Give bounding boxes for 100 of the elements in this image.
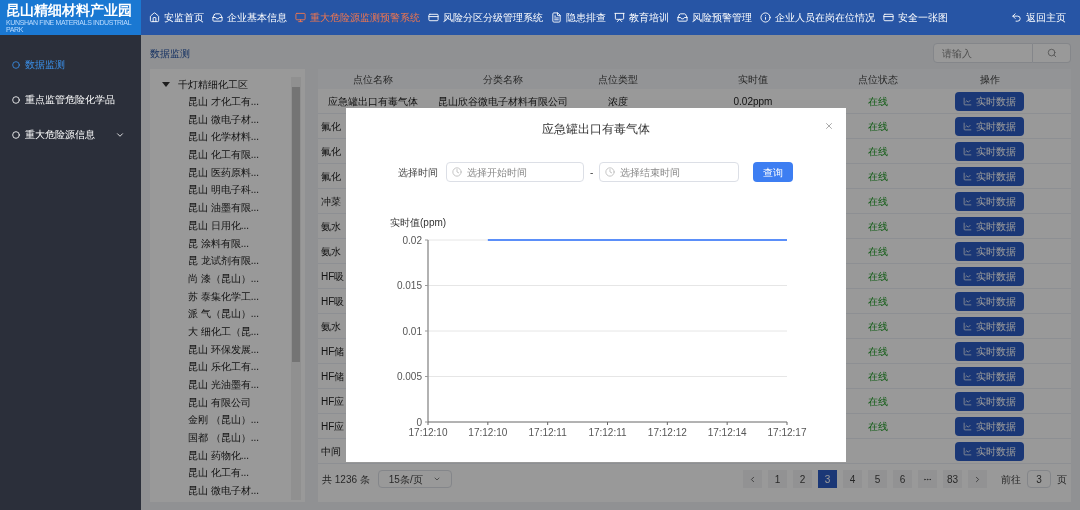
tree-item[interactable]: 昆 涂料有限... xyxy=(162,234,291,253)
start-time-field[interactable]: 选择开始时间 xyxy=(446,162,584,182)
realtime-data-button[interactable]: 实时数据 xyxy=(955,416,1024,436)
chart-icon xyxy=(963,396,972,406)
brand-title: 昆山精细材料产业园 xyxy=(6,2,133,17)
page-button[interactable]: 4 xyxy=(843,470,862,488)
realtime-data-button[interactable]: 实时数据 xyxy=(955,116,1024,136)
status-text: 在线 xyxy=(868,394,888,409)
tree-item[interactable]: 昆山 光油墨有... xyxy=(162,376,291,394)
tree-item[interactable]: 昆山 微电子材... xyxy=(162,482,291,500)
realtime-data-button[interactable]: 实时数据 xyxy=(955,141,1024,161)
column-header: 实时值 xyxy=(738,72,768,87)
status-text: 在线 xyxy=(868,294,888,309)
tree-item[interactable]: 昆山 化学材料... xyxy=(162,128,291,147)
nav-link[interactable]: 安全一张图 xyxy=(883,10,948,25)
nav-link[interactable]: 隐患排查 xyxy=(551,10,606,25)
tree-item[interactable]: 昆山 油墨有限... xyxy=(162,199,291,217)
tree-item[interactable]: 苏 泰集化学工... xyxy=(162,287,291,306)
tick-label: 0.01 xyxy=(402,325,422,337)
chart-icon xyxy=(963,171,972,181)
realtime-data-button[interactable]: 实时数据 xyxy=(955,166,1024,186)
sidebar-item[interactable]: 重点监管危险化学品 xyxy=(0,82,141,117)
realtime-data-button[interactable]: 实时数据 xyxy=(955,191,1024,211)
tree-item[interactable]: 昆山 化工有... xyxy=(162,464,291,483)
nav-link[interactable]: 风险分区分级管理系统 xyxy=(428,10,543,25)
more-pages-button[interactable] xyxy=(918,470,937,488)
tick-label: 0 xyxy=(416,416,422,428)
tree-item[interactable]: 昆山 微电子材... xyxy=(162,110,291,129)
monitor-icon xyxy=(295,12,306,23)
tree-item[interactable]: 昆山 乐化工有... xyxy=(162,358,291,376)
column-header: 点位状态 xyxy=(858,72,898,87)
tree-item[interactable]: 昆山 环保发展... xyxy=(162,340,291,359)
table-cell-text: 中间 xyxy=(321,444,341,459)
chart-icon xyxy=(963,371,972,381)
nav-link[interactable]: 风险预警管理 xyxy=(677,10,752,25)
tree-node[interactable]: 千灯精细化工区 xyxy=(162,75,291,93)
chart-icon xyxy=(963,246,972,256)
nav-link[interactable]: 企业人员在岗在位情况 xyxy=(760,10,875,25)
status-text: 在线 xyxy=(868,269,888,284)
tree-item[interactable]: 昆山 有限公司 xyxy=(162,393,291,412)
chart-icon xyxy=(963,446,972,456)
status-text: 在线 xyxy=(868,144,888,159)
tree-item[interactable]: 派 气（昆山）... xyxy=(162,305,291,323)
goto-unit: 页 xyxy=(1057,472,1067,487)
tree-item[interactable]: 昆山 化工有限... xyxy=(162,146,291,164)
page-button[interactable]: 6 xyxy=(893,470,912,488)
total-count: 共 1236 条 xyxy=(322,472,370,487)
tree-item[interactable]: 昆山 明电子科... xyxy=(162,181,291,200)
tree-item[interactable]: 昆山 才化工有... xyxy=(162,93,291,111)
page-size-select[interactable]: 15条/页 xyxy=(377,470,452,488)
realtime-data-button[interactable]: 实时数据 xyxy=(955,366,1024,386)
page-button[interactable]: 5 xyxy=(868,470,887,488)
tree-item[interactable]: 尚 漆（昆山）... xyxy=(162,269,291,288)
realtime-data-button[interactable]: 实时数据 xyxy=(955,241,1024,261)
tree-item[interactable]: 昆山 药物化... xyxy=(162,446,291,465)
chart-icon xyxy=(963,121,972,131)
breadcrumb: 数据监测 xyxy=(150,46,190,61)
nav-link[interactable]: 企业基本信息 xyxy=(212,10,287,25)
tree-item[interactable]: 昆 龙试剂有限... xyxy=(162,252,291,270)
page-button[interactable]: 2 xyxy=(793,470,812,488)
next-page-button[interactable] xyxy=(968,470,987,488)
realtime-data-button[interactable]: 实时数据 xyxy=(955,441,1024,461)
search-field[interactable]: 请输入 xyxy=(933,43,1033,63)
table-cell-text: 氨水 xyxy=(321,244,341,259)
clock-icon xyxy=(452,167,462,177)
previous-page-button[interactable] xyxy=(743,470,762,488)
status-text: 在线 xyxy=(868,244,888,259)
page-input[interactable]: 3 xyxy=(1027,470,1051,488)
range-separator: - xyxy=(590,165,594,180)
back-link[interactable]: 返回主页 xyxy=(1011,10,1066,25)
page-button[interactable]: 83 xyxy=(943,470,962,488)
tree-item[interactable]: 金刚 （昆山）... xyxy=(162,411,291,430)
page-button[interactable]: 3 xyxy=(818,470,837,488)
search-button[interactable] xyxy=(1033,43,1071,63)
realtime-data-button[interactable]: 实时数据 xyxy=(955,91,1024,111)
realtime-data-button[interactable]: 实时数据 xyxy=(955,341,1024,361)
realtime-data-button[interactable]: 实时数据 xyxy=(955,266,1024,286)
document-icon xyxy=(551,12,562,23)
realtime-data-button[interactable]: 实时数据 xyxy=(955,216,1024,236)
tree-item[interactable]: 昆山 日用化... xyxy=(162,216,291,235)
query-button[interactable]: 查询 xyxy=(753,162,794,182)
tick-label: 17:12:12 xyxy=(647,427,687,438)
sidebar-item[interactable]: 重大危险源信息 xyxy=(0,117,141,152)
realtime-data-button[interactable]: 实时数据 xyxy=(955,316,1024,336)
end-time-field[interactable]: 选择结束时间 xyxy=(599,162,740,182)
sidebar-item[interactable]: 数据监测 xyxy=(0,47,141,82)
realtime-data-button[interactable]: 实时数据 xyxy=(955,291,1024,311)
tick-label: 17:12:11 xyxy=(588,427,627,438)
nav-link[interactable]: 教育培训 xyxy=(614,10,669,25)
nav-link[interactable]: 安监首页 xyxy=(149,10,204,25)
realtime-data-button[interactable]: 实时数据 xyxy=(955,391,1024,411)
column-header: 点位名称 xyxy=(353,72,393,87)
tree-item[interactable]: 大 细化工（昆... xyxy=(162,322,291,341)
status-text: 在线 xyxy=(868,319,888,334)
tree-item[interactable]: 国都 （昆山）... xyxy=(162,429,291,447)
close-icon[interactable] xyxy=(824,121,834,131)
status-text: 在线 xyxy=(868,119,888,134)
page-button[interactable]: 1 xyxy=(768,470,787,488)
tree-item[interactable]: 昆山 医药原料... xyxy=(162,163,291,182)
chevron-right-icon xyxy=(973,474,982,484)
